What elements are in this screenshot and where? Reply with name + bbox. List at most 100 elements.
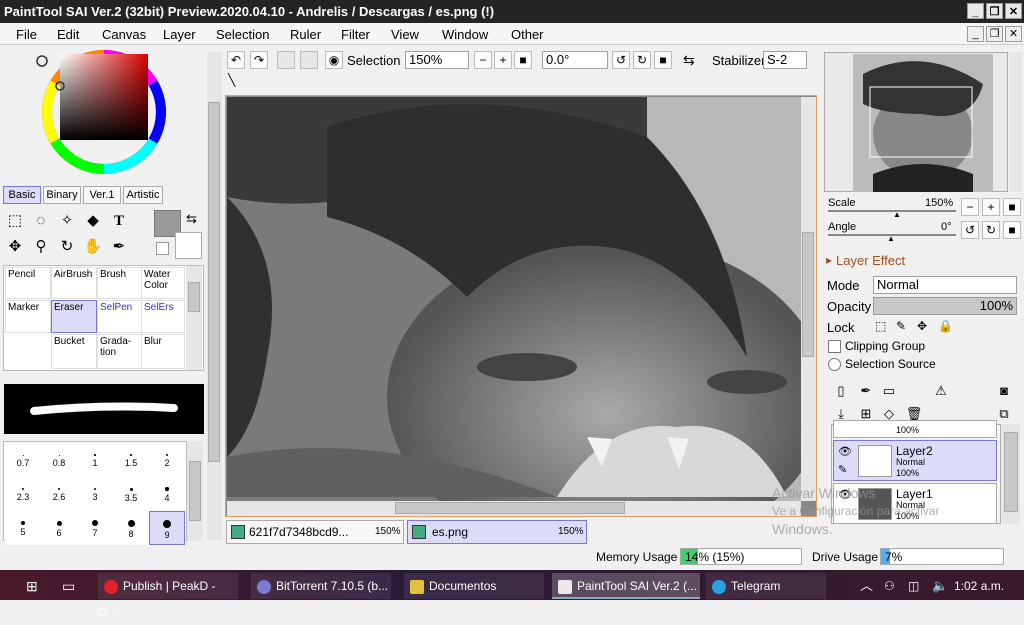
size-scrollbar[interactable] bbox=[187, 441, 203, 541]
brush-selers[interactable]: SelErs bbox=[141, 300, 185, 333]
brush-scrollbar[interactable] bbox=[186, 266, 202, 370]
canvas-h-scrollbar[interactable] bbox=[227, 501, 801, 516]
menu-canvas[interactable]: Canvas bbox=[102, 27, 146, 42]
tray-people-icon[interactable]: ⚇ bbox=[884, 573, 895, 599]
brush-size-cell[interactable]: 8 bbox=[113, 511, 149, 545]
nav-rotate-right-icon[interactable]: ↻ bbox=[982, 221, 1000, 239]
canvas-frame[interactable] bbox=[225, 95, 817, 517]
layer-effect-label[interactable]: Layer Effect bbox=[836, 253, 905, 268]
expand-arrow-icon[interactable]: ▸ bbox=[826, 253, 832, 267]
canvas-v-scrollbar[interactable] bbox=[801, 97, 816, 501]
brush-gradation[interactable]: Grada-tion bbox=[97, 334, 143, 369]
navigator[interactable] bbox=[824, 52, 1008, 192]
invert-selection-icon[interactable] bbox=[300, 51, 318, 69]
left-panel-scrollbar[interactable] bbox=[207, 52, 222, 540]
lock-transparency-icon[interactable]: ⬚ bbox=[875, 319, 886, 333]
magic-wand-icon[interactable]: ✧ bbox=[56, 210, 78, 232]
brush-size-cell[interactable]: 4 bbox=[149, 477, 185, 511]
brush-selpen[interactable]: SelPen bbox=[97, 300, 143, 333]
layer-row-layer2[interactable]: 👁 ✎ Layer2 Normal 100% bbox=[833, 440, 997, 481]
doc-minimize-button[interactable]: _ bbox=[967, 26, 984, 42]
nav-zoom-out-icon[interactable]: − bbox=[961, 198, 979, 216]
rect-select-icon[interactable]: ⬚ bbox=[4, 210, 26, 232]
menu-other[interactable]: Other bbox=[511, 27, 544, 42]
lock-move-icon[interactable]: ✥ bbox=[917, 319, 927, 333]
menu-window[interactable]: Window bbox=[442, 27, 488, 42]
hand-icon[interactable]: ✋ bbox=[82, 236, 104, 258]
doc-close-button[interactable]: ✕ bbox=[1005, 26, 1022, 42]
mode-select[interactable]: Normal bbox=[873, 276, 1017, 294]
canvas-artwork[interactable] bbox=[227, 97, 801, 501]
brush-eraser[interactable]: Eraser bbox=[51, 300, 97, 333]
menu-selection[interactable]: Selection bbox=[216, 27, 269, 42]
layer-row-top[interactable]: 100% bbox=[833, 420, 997, 438]
windows-start-icon[interactable]: ⊞ bbox=[26, 573, 38, 599]
color-wheel[interactable] bbox=[22, 46, 186, 180]
lasso-icon[interactable]: ◌ bbox=[30, 210, 52, 232]
menu-ruler[interactable]: Ruler bbox=[290, 27, 321, 42]
brush-size-cell[interactable]: 3.5 bbox=[113, 477, 149, 511]
brush-size-cell[interactable]: 0.8 bbox=[41, 443, 77, 477]
menu-file[interactable]: File bbox=[16, 27, 37, 42]
brush-size-cell[interactable]: 1 bbox=[77, 443, 113, 477]
brush-bucket[interactable]: Bucket bbox=[51, 334, 97, 369]
brush-marker[interactable]: Marker bbox=[5, 300, 51, 333]
brush-size-cell[interactable]: 0.7 bbox=[5, 443, 41, 477]
brush-watercolor[interactable]: Water Color bbox=[141, 267, 185, 299]
brush-size-cell[interactable]: 7 bbox=[77, 511, 113, 545]
menu-edit[interactable]: Edit bbox=[57, 27, 79, 42]
deselect-icon[interactable] bbox=[277, 51, 295, 69]
tray-volume-icon[interactable]: 🔈 bbox=[932, 573, 948, 599]
secondary-color-swatch[interactable] bbox=[175, 232, 202, 259]
mask-icon[interactable]: ◙ bbox=[993, 380, 1015, 402]
undo-icon[interactable]: ↶ bbox=[227, 51, 245, 69]
navigator-scrollbar[interactable] bbox=[1009, 52, 1022, 192]
rotate-left-icon[interactable]: ↺ bbox=[612, 51, 630, 69]
brush-size-cell[interactable]: 9 bbox=[149, 511, 185, 545]
angle-slider-thumb[interactable]: ▲ bbox=[887, 234, 895, 243]
zoom-select[interactable]: 150% bbox=[405, 51, 469, 69]
rotate-reset-icon[interactable]: ■ bbox=[654, 51, 672, 69]
taskbar-item-sai[interactable]: PaintTool SAI Ver.2 (... bbox=[552, 573, 700, 599]
scale-slider[interactable] bbox=[828, 210, 956, 212]
text-tool-icon[interactable]: T bbox=[108, 210, 130, 232]
opacity-slider[interactable]: 100% bbox=[873, 297, 1017, 315]
rotate-icon[interactable]: ↻ bbox=[56, 236, 78, 258]
new-linework-icon[interactable]: ✒ bbox=[855, 380, 877, 402]
maximize-button[interactable]: ❐ bbox=[986, 3, 1003, 19]
zoom-out-icon[interactable]: − bbox=[474, 51, 492, 69]
doc-restore-button[interactable]: ❐ bbox=[986, 26, 1003, 42]
brush-pencil[interactable]: Pencil bbox=[5, 267, 51, 299]
tab-ver1[interactable]: Ver.1 bbox=[83, 186, 121, 204]
selection-source-checkbox[interactable] bbox=[828, 358, 841, 371]
tab-basic[interactable]: Basic bbox=[3, 186, 41, 204]
zoom-reset-icon[interactable]: ■ bbox=[514, 51, 532, 69]
rotate-right-icon[interactable]: ↻ bbox=[633, 51, 651, 69]
brush-size-cell[interactable]: 6 bbox=[41, 511, 77, 545]
doc-tab-1[interactable]: 621f7d7348bcd9... 150% bbox=[226, 520, 404, 544]
eye-icon[interactable]: ◉ bbox=[325, 51, 343, 69]
brush-size-cell[interactable]: 2.6 bbox=[41, 477, 77, 511]
taskbar-item-opera[interactable]: Publish | PeakD - O... bbox=[98, 573, 238, 619]
nav-rotate-reset-icon[interactable]: ■ bbox=[1003, 221, 1021, 239]
clipping-group-checkbox[interactable] bbox=[828, 340, 841, 353]
tray-chevron-icon[interactable]: ︿ bbox=[860, 573, 873, 599]
redo-icon[interactable]: ↷ bbox=[250, 51, 268, 69]
close-button[interactable]: ✕ bbox=[1005, 3, 1022, 19]
nav-zoom-in-icon[interactable]: + bbox=[982, 198, 1000, 216]
doc-tab-2[interactable]: es.png 150% bbox=[407, 520, 587, 544]
zoom-icon[interactable]: ⚲ bbox=[30, 236, 52, 258]
brush-airbrush[interactable]: AirBrush bbox=[51, 267, 97, 299]
layer-list-scrollbar[interactable] bbox=[1002, 424, 1020, 524]
visibility-eye-icon[interactable]: 👁 bbox=[838, 445, 852, 458]
scale-slider-thumb[interactable]: ▲ bbox=[893, 210, 901, 219]
menu-layer[interactable]: Layer bbox=[163, 27, 196, 42]
lock-all-icon[interactable]: 🔒 bbox=[938, 319, 953, 333]
move-icon[interactable]: ✥ bbox=[4, 236, 26, 258]
zoom-in-icon[interactable]: + bbox=[494, 51, 512, 69]
taskbar-item-bittorrent[interactable]: BitTorrent 7.10.5 (b... bbox=[251, 573, 391, 599]
brush-size-cell[interactable]: 2.3 bbox=[5, 477, 41, 511]
tray-time[interactable]: 1:02 a.m. bbox=[954, 573, 1004, 599]
new-folder-icon[interactable]: ▭ bbox=[878, 380, 900, 402]
new-layer-icon[interactable]: ▯ bbox=[830, 380, 852, 402]
